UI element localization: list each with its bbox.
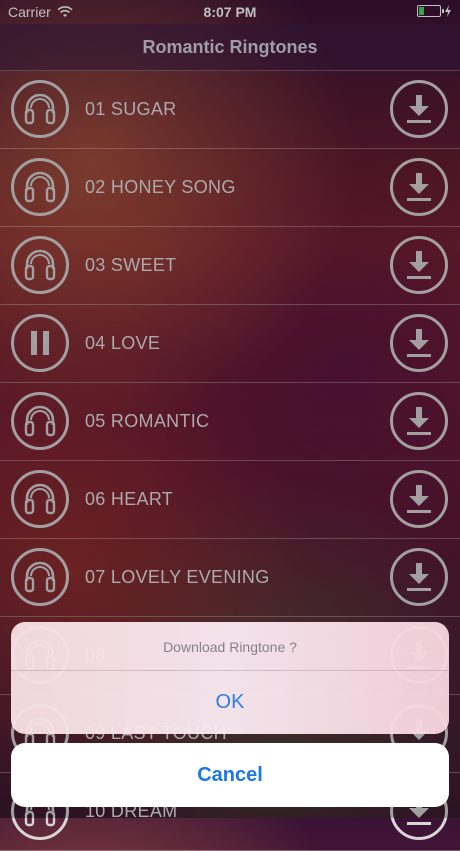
alert-message: Download Ringtone ?: [11, 622, 449, 671]
ok-button[interactable]: OK: [11, 671, 449, 734]
action-sheet: Download Ringtone ? OK: [11, 622, 449, 734]
cancel-button[interactable]: Cancel: [11, 743, 449, 807]
